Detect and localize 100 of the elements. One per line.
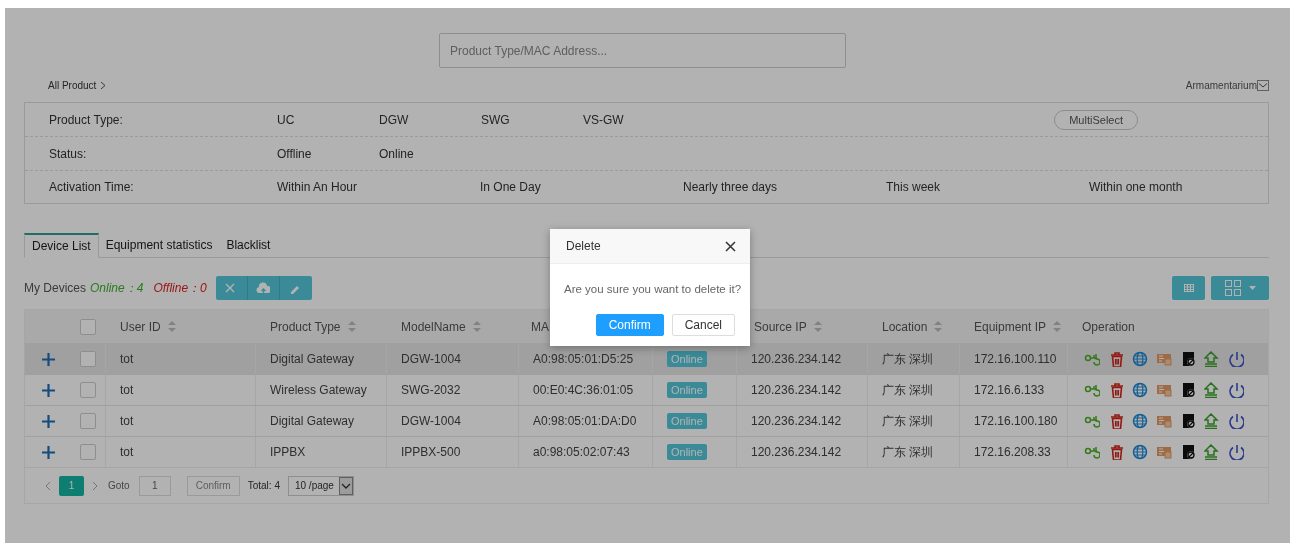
table-cell: DGW-1004 (401, 352, 461, 366)
upload-icon[interactable] (1204, 382, 1220, 398)
column-header[interactable]: User ID (120, 319, 161, 334)
row-checkbox[interactable] (80, 444, 96, 460)
column-header[interactable]: Operation (1082, 319, 1135, 334)
table-view-button[interactable] (1172, 276, 1205, 300)
table-cell: 广东 深圳 (882, 443, 934, 461)
upload-icon[interactable] (1204, 444, 1220, 460)
key-reset-icon[interactable] (1084, 351, 1100, 367)
cloud-upload-icon (256, 281, 271, 295)
trash-icon[interactable] (1108, 413, 1124, 429)
select-all-checkbox[interactable] (80, 318, 96, 335)
blocked-document-icon[interactable] (1180, 351, 1196, 367)
tab[interactable]: Blacklist (219, 233, 278, 257)
trash-icon[interactable] (1108, 444, 1124, 460)
filter-option[interactable]: This week (886, 180, 1089, 194)
page-size-select[interactable]: 10 /page (287, 475, 354, 496)
filter-option[interactable]: Within An Hour (277, 180, 480, 194)
multiselect-button[interactable]: MultiSelect (1054, 109, 1138, 130)
card-icon[interactable] (1156, 444, 1172, 460)
table-cell: A0:98:05:01:DA:D0 (533, 414, 637, 428)
table-cell: 120.236.234.142 (751, 414, 842, 428)
blocked-document-icon[interactable] (1180, 382, 1196, 398)
upload-icon[interactable] (1204, 413, 1220, 429)
edit-button[interactable] (279, 276, 312, 300)
sort-icon[interactable] (346, 320, 357, 333)
chevron-right-icon (100, 80, 107, 90)
globe-icon[interactable] (1132, 444, 1148, 460)
grid-view-dropdown[interactable] (1211, 276, 1269, 300)
total-count: Total: 4 (247, 480, 280, 491)
column-header[interactable]: Equipment IP (974, 319, 1047, 334)
delete-button[interactable] (215, 276, 248, 300)
close-icon[interactable] (725, 240, 736, 252)
sort-icon[interactable] (812, 320, 823, 333)
globe-icon[interactable] (1132, 351, 1148, 367)
table-cell: 172.16.100.110 (974, 352, 1057, 366)
filter-option[interactable]: In One Day (480, 180, 683, 194)
filter-label: Product Type: (48, 112, 124, 127)
plus-icon[interactable] (41, 383, 55, 397)
sort-icon[interactable] (166, 320, 177, 333)
upload-icon[interactable] (1204, 351, 1220, 367)
table-row[interactable]: tot IPPBX IPPBX-500 a0:98:05:02:07:43 Online 120.236.234.142 广东 深圳 172.16.208.33 (25, 436, 1268, 467)
key-reset-icon[interactable] (1084, 382, 1100, 398)
table-row[interactable]: tot Digital Gateway DGW-1004 A0:98:05:01:D5:25 Online 120.236.234.142 广东 深圳 172.16.100.110 (25, 343, 1268, 374)
filter-option[interactable]: Offline (277, 146, 379, 161)
globe-icon[interactable] (1132, 382, 1148, 398)
sort-icon[interactable] (933, 320, 944, 333)
filter-option[interactable]: UC (277, 112, 379, 127)
table-cell: 广东 深圳 (882, 381, 934, 399)
table-cell: tot (120, 383, 134, 397)
card-icon[interactable] (1156, 382, 1172, 398)
view-dropdown[interactable]: Armamentarium (1185, 79, 1269, 91)
filter-option[interactable]: SWG (481, 112, 583, 127)
card-icon[interactable] (1156, 351, 1172, 367)
card-icon[interactable] (1156, 413, 1172, 429)
row-checkbox[interactable] (80, 413, 96, 429)
tab[interactable]: Device List (24, 233, 99, 258)
breadcrumb-link[interactable]: All Product (48, 79, 97, 91)
power-icon[interactable] (1228, 382, 1244, 398)
grid-icon (1224, 280, 1241, 296)
dialog-title: Delete (566, 239, 601, 253)
cancel-button[interactable]: Cancel (671, 314, 735, 336)
page-input[interactable]: 1 (138, 475, 171, 496)
upload-button[interactable] (247, 276, 280, 300)
sort-icon[interactable] (471, 320, 482, 333)
blocked-document-icon[interactable] (1180, 444, 1196, 460)
filter-option[interactable]: DGW (379, 112, 481, 127)
search-field[interactable]: Product Type/MAC Address... (439, 33, 846, 68)
chevron-right-icon[interactable] (92, 480, 98, 491)
filter-option[interactable]: Nearly three days (683, 180, 886, 194)
power-icon[interactable] (1228, 444, 1244, 460)
plus-icon[interactable] (41, 445, 55, 459)
plus-icon[interactable] (41, 414, 55, 428)
table-cell: a0:98:05:02:07:43 (533, 445, 630, 459)
column-header[interactable]: ModelName (401, 319, 466, 334)
column-header[interactable]: Product Type (270, 319, 341, 334)
column-header[interactable]: MA (531, 319, 549, 334)
trash-icon[interactable] (1108, 382, 1124, 398)
tab[interactable]: Equipment statistics (98, 233, 220, 257)
table-row[interactable]: tot Digital Gateway DGW-1004 A0:98:05:01:DA:D0 Online 120.236.234.142 广东 深圳 172.16.100.180 (25, 405, 1268, 436)
filter-option[interactable]: Online (379, 146, 481, 161)
sort-icon[interactable] (1052, 320, 1063, 333)
filter-option[interactable]: Within one month (1089, 180, 1290, 194)
filter-option[interactable]: VS-GW (583, 112, 685, 127)
blocked-document-icon[interactable] (1180, 413, 1196, 429)
power-icon[interactable] (1228, 351, 1244, 367)
table-row[interactable]: tot Wireless Gateway SWG-2032 00:E0:4C:36:01:05 Online 120.236.234.142 广东 深圳 172.16.6.133 (25, 374, 1268, 405)
chevron-down-icon (338, 476, 353, 495)
chevron-left-icon[interactable] (45, 480, 51, 491)
plus-icon[interactable] (41, 352, 55, 366)
trash-icon[interactable] (1108, 351, 1124, 367)
table-cell: 00:E0:4C:36:01:05 (533, 383, 634, 397)
power-icon[interactable] (1228, 413, 1244, 429)
row-checkbox[interactable] (80, 382, 96, 398)
key-reset-icon[interactable] (1084, 444, 1100, 460)
column-header[interactable]: Source IP (754, 319, 807, 334)
globe-icon[interactable] (1132, 413, 1148, 429)
column-header[interactable]: Location (882, 319, 928, 334)
row-checkbox[interactable] (80, 351, 96, 367)
key-reset-icon[interactable] (1084, 413, 1100, 429)
